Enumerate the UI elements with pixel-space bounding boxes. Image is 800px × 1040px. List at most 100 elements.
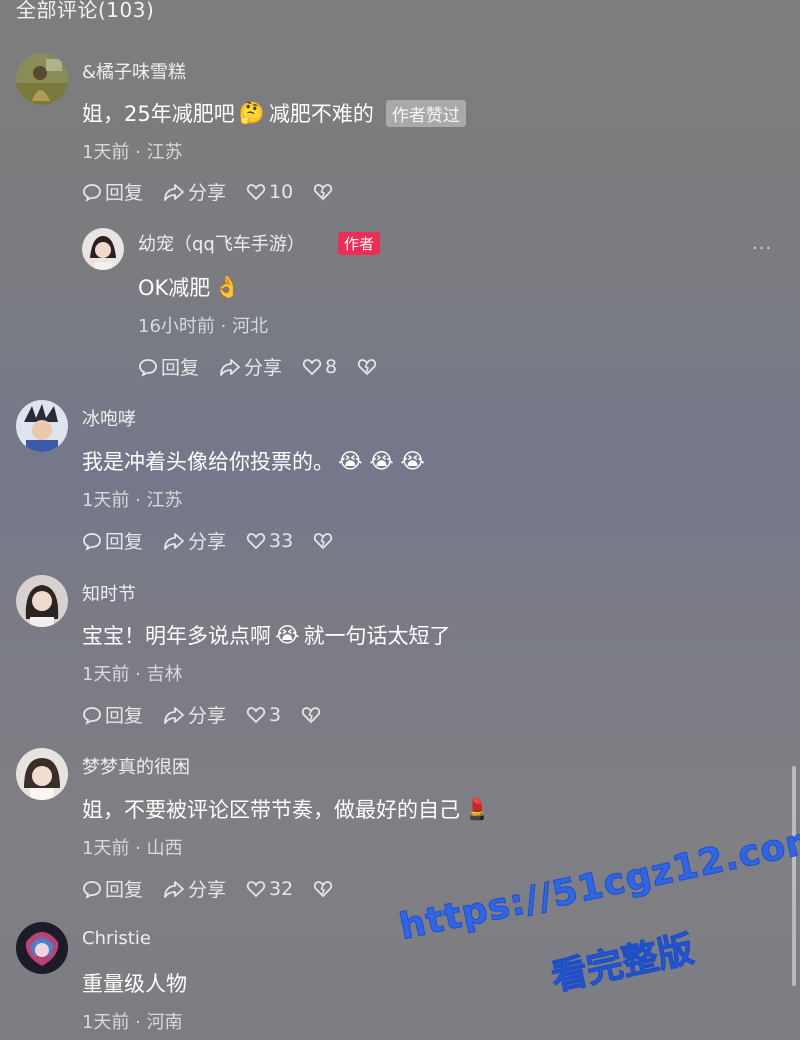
like-button[interactable]: 3 xyxy=(246,704,281,726)
share-arrow-icon xyxy=(164,706,184,724)
reply-label: 回复 xyxy=(105,182,144,204)
comment-text: 姐，25年减肥吧 🤔 减肥不难的 作者赞过 xyxy=(82,98,466,128)
reply-label: 回复 xyxy=(105,705,144,727)
reply-label: 回复 xyxy=(105,879,144,901)
author-badge: 作者 xyxy=(338,232,381,255)
thinking-emoji-icon: 🤔 xyxy=(238,100,265,125)
reply-button[interactable]: 回复 xyxy=(82,875,143,902)
lipstick-emoji-icon: 💄 xyxy=(464,796,491,821)
comment-username[interactable]: 冰咆哮 xyxy=(82,405,136,431)
reply-bubble-icon xyxy=(83,532,101,551)
watermark-text: 看完整版 xyxy=(547,928,698,999)
share-button[interactable]: 分享 xyxy=(163,875,226,902)
comment-username[interactable]: 幼宠（qq飞车手游） xyxy=(138,230,305,256)
comment-actions: 回复 分享 32 xyxy=(82,875,356,902)
reply-bubble-icon xyxy=(83,880,101,899)
avatar[interactable] xyxy=(16,575,68,627)
avatar[interactable] xyxy=(16,400,68,452)
comment-meta: 1天前 · 河南 xyxy=(82,1012,183,1033)
comment-username[interactable]: 梦梦真的很困 xyxy=(82,753,190,779)
broken-heart-icon xyxy=(314,880,333,897)
comment-text: 姐，不要被评论区带节奏，做最好的自己 💄 xyxy=(82,794,494,824)
share-arrow-icon xyxy=(164,532,184,550)
avatar[interactable] xyxy=(16,748,68,800)
comment-actions: 回复 分享 10 xyxy=(82,178,356,205)
reply-bubble-icon xyxy=(139,358,157,377)
share-label: 分享 xyxy=(244,357,283,379)
like-button[interactable]: 33 xyxy=(246,530,293,552)
comment-text-main: OK减肥 xyxy=(138,276,211,300)
share-arrow-icon xyxy=(164,880,184,898)
crying-emoji-icon: 😭 xyxy=(275,623,300,647)
comment-actions: 回复 分享 8 xyxy=(138,353,400,380)
crying-emoji-icon: 😭 😭 😭 xyxy=(338,449,425,473)
share-button[interactable]: 分享 xyxy=(163,701,226,728)
scrollbar[interactable] xyxy=(792,766,796,986)
comment-username[interactable]: 知时节 xyxy=(82,580,136,606)
heart-icon xyxy=(246,706,266,723)
heart-icon xyxy=(246,880,266,897)
share-arrow-icon xyxy=(220,358,240,376)
watermark-overlay: https://51cgz12.com 看完整版 xyxy=(395,818,800,1040)
header-fade xyxy=(0,18,800,32)
reply-label: 回复 xyxy=(161,357,200,379)
reply-button[interactable]: 回复 xyxy=(138,353,199,380)
reply-button[interactable]: 回复 xyxy=(82,178,143,205)
dislike-button[interactable] xyxy=(313,531,336,551)
comment-text-after: 减肥不难的 xyxy=(268,102,374,126)
broken-heart-icon xyxy=(314,532,333,549)
like-button[interactable]: 32 xyxy=(246,878,293,900)
share-label: 分享 xyxy=(188,531,227,553)
broken-heart-icon xyxy=(301,706,321,723)
comment-meta: 1天前 · 江苏 xyxy=(82,490,183,511)
comment-actions: 回复 分享 33 xyxy=(82,527,356,554)
comment-text: 我是冲着头像给你投票的。 😭 😭 😭 xyxy=(82,446,429,476)
comment-meta: 1天前 · 江苏 xyxy=(82,142,183,163)
comment-meta: 1天前 · 吉林 xyxy=(82,664,183,685)
avatar[interactable] xyxy=(16,53,68,105)
comment-text-main: 宝宝！明年多说点啊 xyxy=(82,624,271,648)
share-button[interactable]: 分享 xyxy=(163,178,226,205)
dislike-button[interactable] xyxy=(313,879,336,899)
like-count: 3 xyxy=(269,703,282,726)
comment-username[interactable]: Christie xyxy=(82,928,151,949)
dislike-button[interactable] xyxy=(313,182,336,202)
comment-text-main: 重量级人物 xyxy=(82,972,187,996)
share-button[interactable]: 分享 xyxy=(163,527,226,554)
share-button[interactable]: 分享 xyxy=(219,353,282,380)
like-count: 33 xyxy=(269,529,294,552)
ok-hand-emoji-icon: 👌 xyxy=(214,274,241,299)
reply-bubble-icon xyxy=(83,706,101,725)
like-count: 10 xyxy=(269,180,294,203)
avatar[interactable] xyxy=(16,922,68,974)
reply-button[interactable]: 回复 xyxy=(82,527,143,554)
dislike-button[interactable] xyxy=(301,705,324,725)
like-count: 32 xyxy=(269,877,294,900)
like-count: 8 xyxy=(325,355,338,378)
reply-label: 回复 xyxy=(105,531,144,553)
share-label: 分享 xyxy=(188,879,227,901)
comment-text-main: 姐，25年减肥吧 xyxy=(82,102,235,126)
like-button[interactable]: 10 xyxy=(246,181,293,203)
comment-text-after: 就一句话太短了 xyxy=(303,624,451,648)
broken-heart-icon xyxy=(357,358,377,375)
like-button[interactable]: 8 xyxy=(302,356,337,378)
comment-username[interactable]: &橘子味雪糕 xyxy=(82,58,186,84)
comment-text-main: 我是冲着头像给你投票的。 xyxy=(82,450,334,474)
more-options-button[interactable]: ··· xyxy=(752,238,772,259)
watermark-url: https://51cgz12.com xyxy=(395,818,800,949)
avatar[interactable] xyxy=(82,228,124,270)
comment-text: 重量级人物 xyxy=(82,968,187,998)
share-arrow-icon xyxy=(164,183,184,201)
dislike-button[interactable] xyxy=(357,357,380,377)
comment-actions: 回复 分享 3 xyxy=(82,701,344,728)
comment-text: OK减肥 👌 xyxy=(138,272,244,302)
heart-icon xyxy=(302,358,322,375)
heart-icon xyxy=(246,183,266,200)
reply-button[interactable]: 回复 xyxy=(82,701,143,728)
heart-icon xyxy=(246,532,266,549)
comment-text: 宝宝！明年多说点啊 😭 就一句话太短了 xyxy=(82,620,451,650)
author-liked-badge: 作者赞过 xyxy=(385,99,466,127)
reply-bubble-icon xyxy=(83,183,101,202)
share-label: 分享 xyxy=(188,182,227,204)
